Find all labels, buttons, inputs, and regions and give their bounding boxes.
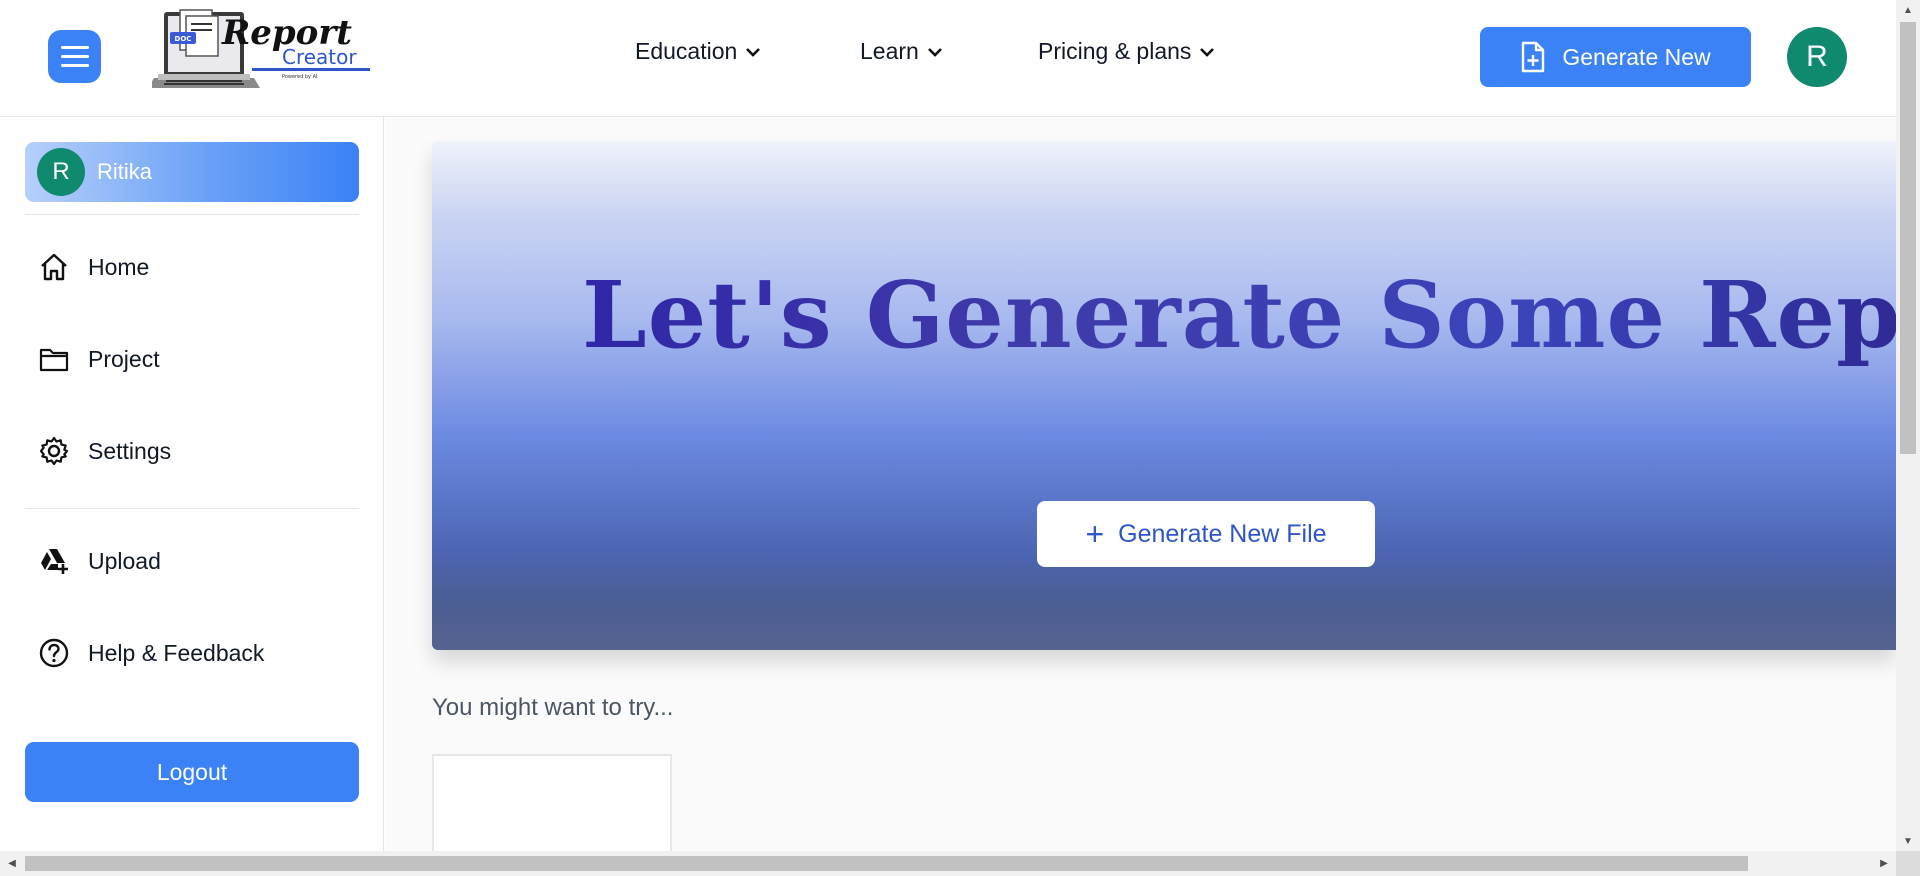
home-icon bbox=[41, 253, 67, 281]
menu-line bbox=[60, 46, 89, 49]
horizontal-scroll-thumb[interactable] bbox=[25, 856, 1748, 871]
hero-banner: Let's Generate Some Report + Generate Ne… bbox=[432, 141, 1896, 650]
sidebar-divider bbox=[25, 508, 359, 509]
help-icon bbox=[39, 638, 69, 668]
sidebar-item-upload[interactable]: Upload bbox=[38, 545, 161, 577]
sidebar-item-label: Home bbox=[88, 253, 150, 280]
chevron-down-icon bbox=[1200, 47, 1215, 57]
sidebar-item-home[interactable]: Home bbox=[38, 251, 149, 283]
suggestions-heading: You might want to try... bbox=[432, 694, 674, 721]
logo-tagline: Powered by AI bbox=[282, 74, 317, 80]
sidebar-item-label: Settings bbox=[88, 437, 172, 464]
chevron-down-icon bbox=[746, 47, 761, 57]
scrollbar-corner bbox=[1896, 851, 1920, 876]
vertical-scroll-thumb[interactable] bbox=[1900, 22, 1916, 454]
plus-icon: + bbox=[1085, 516, 1105, 552]
logo-doc-tag: DOC bbox=[175, 35, 192, 43]
scroll-left-arrow-icon[interactable]: ◀ bbox=[2, 851, 22, 876]
user-avatar[interactable]: R bbox=[1787, 27, 1847, 87]
nav-education[interactable]: Education bbox=[635, 38, 761, 65]
top-navbar: DOC Report Creator Powered by AI Educati… bbox=[0, 0, 1896, 117]
generate-new-file-label: Generate New File bbox=[1118, 519, 1327, 548]
sidebar-item-project[interactable]: Project bbox=[38, 343, 160, 375]
hamburger-menu-button[interactable] bbox=[48, 30, 101, 83]
nav-learn-label: Learn bbox=[860, 38, 919, 64]
vertical-scrollbar[interactable]: ▲ ▼ bbox=[1896, 0, 1920, 851]
nav-education-label: Education bbox=[635, 38, 738, 64]
file-add-icon bbox=[1522, 41, 1545, 73]
suggestion-card[interactable] bbox=[432, 754, 672, 851]
nav-pricing[interactable]: Pricing & plans bbox=[1038, 38, 1215, 65]
report-creator-logo[interactable]: DOC Report Creator Powered by AI bbox=[148, 8, 374, 94]
menu-line bbox=[60, 55, 89, 58]
chevron-down-icon bbox=[927, 47, 942, 57]
scroll-down-arrow-icon[interactable]: ▼ bbox=[1896, 831, 1920, 851]
app-viewport: DOC Report Creator Powered by AI Educati… bbox=[0, 0, 1896, 851]
scroll-up-arrow-icon[interactable]: ▲ bbox=[1896, 0, 1920, 20]
logout-button[interactable]: Logout bbox=[25, 742, 359, 802]
sidebar-item-help[interactable]: Help & Feedback bbox=[38, 637, 264, 669]
hero-title: Let's Generate Some Report bbox=[432, 261, 1896, 369]
nav-pricing-label: Pricing & plans bbox=[1038, 38, 1192, 64]
sidebar-user-card[interactable]: R Ritika bbox=[25, 142, 359, 202]
logo-word-creator: Creator bbox=[282, 45, 357, 69]
folder-icon bbox=[39, 348, 69, 372]
main-content: Let's Generate Some Report + Generate Ne… bbox=[385, 117, 1896, 851]
sidebar-item-label: Project bbox=[88, 345, 160, 372]
sidebar-item-label: Upload bbox=[88, 547, 161, 574]
sidebar-item-label: Help & Feedback bbox=[88, 639, 265, 666]
sidebar-avatar: R bbox=[37, 148, 85, 196]
sidebar-user-name: Ritika bbox=[97, 159, 153, 184]
generate-new-button[interactable]: Generate New bbox=[1480, 27, 1751, 87]
menu-line bbox=[60, 64, 89, 67]
generate-new-label: Generate New bbox=[1562, 43, 1711, 70]
scroll-right-arrow-icon[interactable]: ▶ bbox=[1874, 851, 1894, 876]
nav-learn[interactable]: Learn bbox=[860, 38, 943, 65]
gear-icon bbox=[39, 436, 69, 466]
sidebar-item-settings[interactable]: Settings bbox=[38, 435, 171, 467]
sidebar: R Ritika Home Project Settings Upload He… bbox=[0, 117, 384, 851]
drive-add-icon bbox=[41, 549, 68, 574]
sidebar-divider bbox=[25, 214, 359, 215]
horizontal-scrollbar[interactable]: ◀ ▶ bbox=[0, 851, 1896, 876]
generate-new-file-button[interactable]: + Generate New File bbox=[1037, 501, 1375, 567]
